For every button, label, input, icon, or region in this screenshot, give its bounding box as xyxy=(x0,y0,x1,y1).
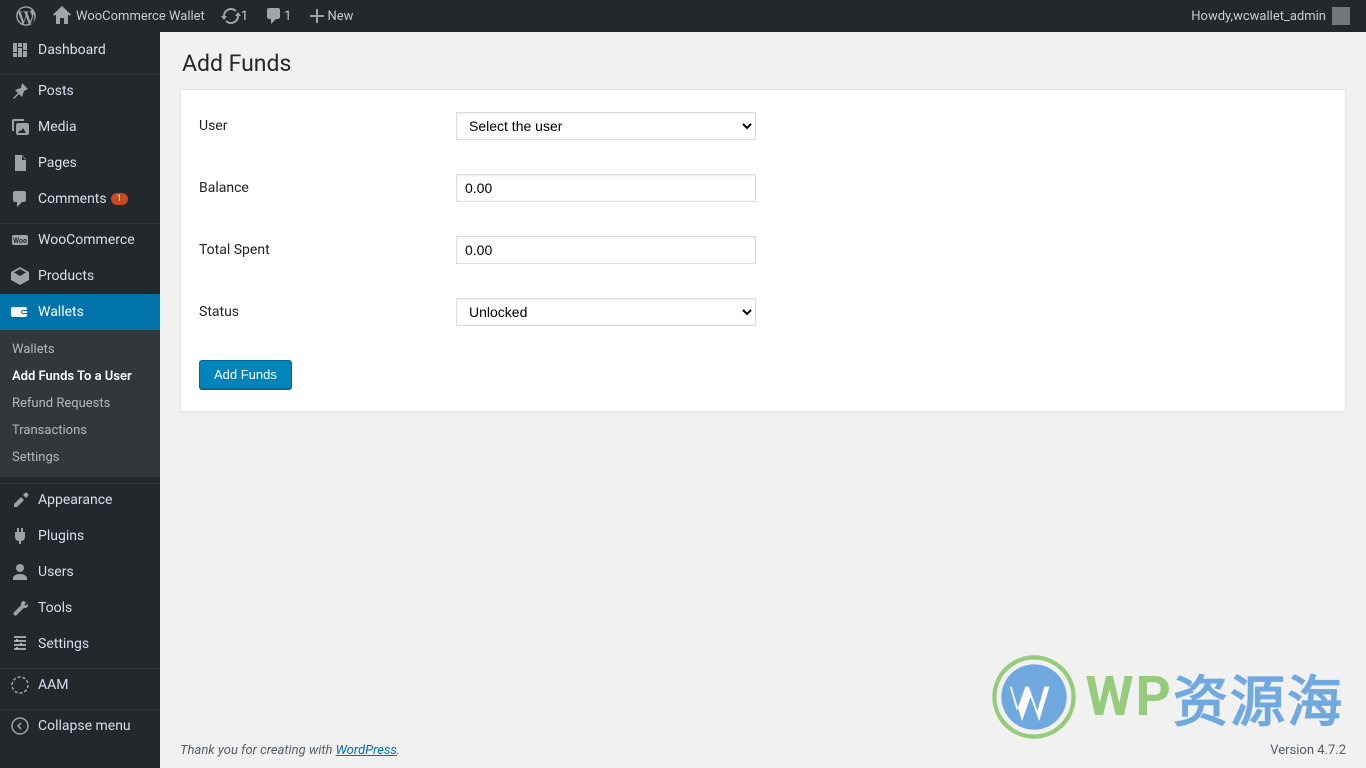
sidebar-item-label: Media xyxy=(38,119,77,135)
status-select[interactable]: Unlocked xyxy=(456,298,756,326)
total-spent-label: Total Spent xyxy=(199,242,456,258)
username: wcwallet_admin xyxy=(1233,9,1326,24)
sidebar-item-pages[interactable]: Pages xyxy=(0,145,160,181)
aam-icon xyxy=(10,675,30,695)
collapse-icon xyxy=(10,716,30,736)
balance-input[interactable] xyxy=(456,174,756,202)
sidebar-item-comments[interactable]: Comments 1 xyxy=(0,181,160,217)
plugin-icon xyxy=(10,526,30,546)
comment-count: 1 xyxy=(284,9,291,24)
update-count: 1 xyxy=(241,9,248,24)
tools-icon xyxy=(10,598,30,618)
woocommerce-icon: Woo xyxy=(10,230,30,250)
wp-logo-menu[interactable] xyxy=(8,0,44,32)
appearance-icon xyxy=(10,490,30,510)
home-icon xyxy=(52,6,72,26)
balance-label: Balance xyxy=(199,180,456,196)
user-select[interactable]: Select the user xyxy=(456,112,756,140)
page-title: Add Funds xyxy=(180,32,1346,89)
footer-thanks-text: Thank you for creating with xyxy=(180,743,336,758)
site-name-link[interactable]: WooCommerce Wallet xyxy=(44,0,213,32)
user-account-menu[interactable]: Howdy, wcwallet_admin xyxy=(1183,0,1358,32)
comment-icon xyxy=(264,6,284,26)
sidebar-item-products[interactable]: Products xyxy=(0,258,160,294)
howdy-text: Howdy, xyxy=(1191,9,1233,24)
sidebar-item-woocommerce[interactable]: Woo WooCommerce xyxy=(0,223,160,258)
sidebar-item-wallets[interactable]: Wallets xyxy=(0,294,160,330)
admin-footer: Thank you for creating with WordPress. V… xyxy=(180,743,1346,758)
settings-icon xyxy=(10,634,30,654)
sidebar-item-label: Wallets xyxy=(38,304,84,320)
site-name: WooCommerce Wallet xyxy=(76,9,205,24)
wallet-icon xyxy=(10,302,30,322)
add-funds-button[interactable]: Add Funds xyxy=(199,360,292,389)
sidebar-item-label: Collapse menu xyxy=(38,718,131,734)
submenu-item-add-funds[interactable]: Add Funds To a User xyxy=(0,363,160,390)
comments-link[interactable]: 1 xyxy=(256,0,299,32)
wordpress-link[interactable]: WordPress xyxy=(336,743,397,758)
sidebar-item-label: Dashboard xyxy=(38,42,106,58)
sidebar-item-users[interactable]: Users xyxy=(0,554,160,590)
sidebar-item-dashboard[interactable]: Dashboard xyxy=(0,32,160,68)
sidebar-item-label: AAM xyxy=(38,677,69,693)
dashboard-icon xyxy=(10,40,30,60)
sidebar-item-label: Pages xyxy=(38,155,77,171)
submenu-item-transactions[interactable]: Transactions xyxy=(0,417,160,444)
sidebar-item-settings[interactable]: Settings xyxy=(0,626,160,662)
wallets-submenu: Wallets Add Funds To a User Refund Reque… xyxy=(0,330,160,477)
comments-badge: 1 xyxy=(111,193,128,205)
admin-sidebar: Dashboard Posts Media Pages Comments 1 Wo… xyxy=(0,32,160,768)
page-icon xyxy=(10,153,30,173)
submenu-item-wallets[interactable]: Wallets xyxy=(0,336,160,363)
update-icon xyxy=(221,6,241,26)
sidebar-item-media[interactable]: Media xyxy=(0,109,160,145)
updates-link[interactable]: 1 xyxy=(213,0,256,32)
plus-icon xyxy=(307,6,327,26)
sidebar-item-aam[interactable]: AAM xyxy=(0,668,160,703)
comments-icon xyxy=(10,189,30,209)
submenu-item-refund[interactable]: Refund Requests xyxy=(0,390,160,417)
sidebar-item-label: Comments xyxy=(38,191,107,207)
user-label: User xyxy=(199,118,456,134)
sidebar-item-label: Products xyxy=(38,268,94,284)
new-label: New xyxy=(327,9,353,24)
products-icon xyxy=(10,266,30,286)
sidebar-item-label: Users xyxy=(38,564,74,580)
new-content-link[interactable]: New xyxy=(299,0,361,32)
add-funds-form: User Select the user Balance Total Spent… xyxy=(180,89,1346,412)
sidebar-item-plugins[interactable]: Plugins xyxy=(0,518,160,554)
main-content: Add Funds User Select the user Balance T… xyxy=(160,32,1366,768)
sidebar-item-label: Posts xyxy=(38,83,74,99)
sidebar-item-label: Appearance xyxy=(38,492,112,508)
sidebar-item-label: Tools xyxy=(38,600,72,616)
user-avatar-icon xyxy=(1332,7,1350,25)
sidebar-item-tools[interactable]: Tools xyxy=(0,590,160,626)
total-spent-input[interactable] xyxy=(456,236,756,264)
wordpress-logo-icon xyxy=(16,6,36,26)
media-icon xyxy=(10,117,30,137)
sidebar-item-label: Settings xyxy=(38,636,89,652)
pin-icon xyxy=(10,81,30,101)
svg-text:Woo: Woo xyxy=(13,237,27,245)
sidebar-item-label: WooCommerce xyxy=(38,232,135,248)
admin-toolbar: WooCommerce Wallet 1 1 New Howdy, wcwall… xyxy=(0,0,1366,32)
status-label: Status xyxy=(199,304,456,320)
sidebar-item-label: Plugins xyxy=(38,528,84,544)
sidebar-item-appearance[interactable]: Appearance xyxy=(0,483,160,518)
collapse-menu-button[interactable]: Collapse menu xyxy=(0,709,160,744)
submenu-item-settings[interactable]: Settings xyxy=(0,444,160,471)
sidebar-item-posts[interactable]: Posts xyxy=(0,74,160,109)
users-icon xyxy=(10,562,30,582)
version-text: Version 4.7.2 xyxy=(1270,743,1346,758)
